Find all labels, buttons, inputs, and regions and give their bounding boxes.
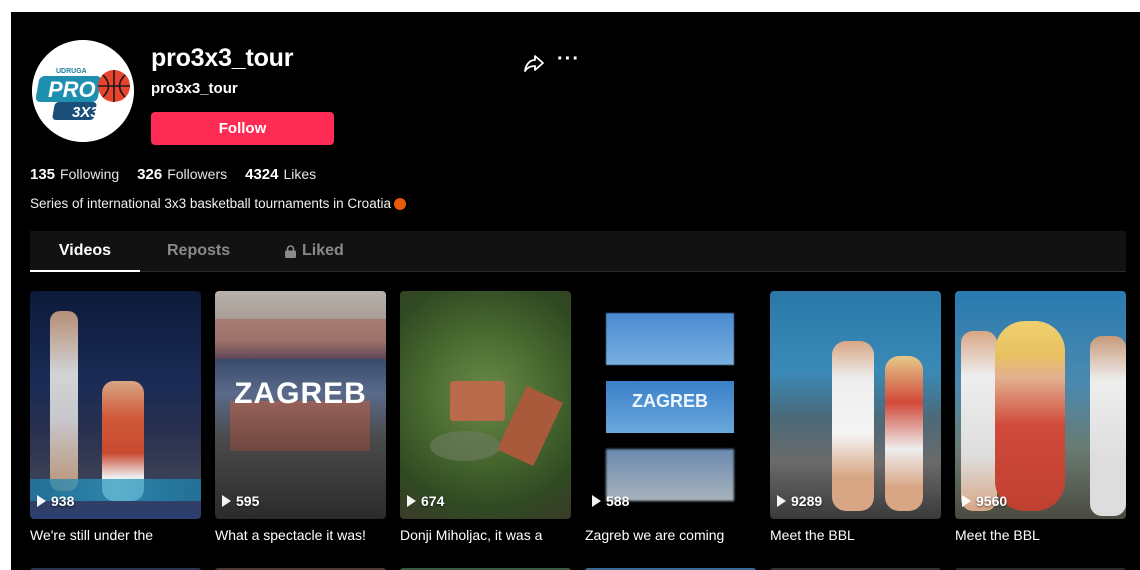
more-options-icon[interactable]: ··· bbox=[557, 48, 580, 71]
video-thumbnail: ZAGREB 588 bbox=[585, 291, 756, 519]
video-caption: Donji Miholjac, it was a bbox=[400, 527, 543, 543]
stat-value: 4324 bbox=[245, 166, 279, 183]
svg-text:UDRUGA: UDRUGA bbox=[56, 68, 87, 75]
zagreb-overlay-text: ZAGREB bbox=[632, 391, 708, 411]
active-tab-indicator bbox=[30, 270, 140, 272]
svg-text:PRO: PRO bbox=[48, 77, 96, 102]
video-thumbnail: 9289 bbox=[770, 291, 941, 519]
tab-label: Reposts bbox=[167, 242, 231, 259]
lock-icon bbox=[285, 244, 296, 258]
basketball-emoji-icon bbox=[393, 197, 406, 210]
stat-label: Likes bbox=[283, 166, 317, 182]
zagreb-overlay-text: ZAGREB bbox=[234, 377, 367, 410]
video-caption: Meet the BBL bbox=[955, 527, 1040, 543]
svg-text:3X3: 3X3 bbox=[72, 104, 99, 121]
tab-label: Liked bbox=[302, 242, 344, 259]
video-card[interactable]: 674 Donji Miholjac, it was a bbox=[400, 291, 571, 543]
tab-reposts[interactable]: Reposts bbox=[167, 231, 230, 271]
profile-handle: pro3x3_tour bbox=[151, 80, 238, 97]
video-thumbnail: ZAGREB 595 bbox=[215, 291, 386, 519]
stat-following[interactable]: 135 Following bbox=[30, 166, 119, 183]
stat-likes: 4324 Likes bbox=[245, 166, 316, 183]
video-card[interactable]: ZAGREB 595 What a spectacle it was! bbox=[215, 291, 386, 543]
profile-avatar[interactable]: UDRUGA PRO 3X3 bbox=[32, 40, 134, 142]
view-count-text: 674 bbox=[421, 493, 445, 509]
stat-label: Following bbox=[60, 166, 120, 182]
play-icon bbox=[592, 495, 601, 507]
video-caption: We're still under the bbox=[30, 527, 154, 543]
play-icon bbox=[962, 495, 971, 507]
video-card[interactable]: 938 We're still under the bbox=[30, 291, 201, 543]
video-thumbnail: 9560 bbox=[955, 291, 1126, 519]
follow-button[interactable]: Follow bbox=[151, 112, 334, 145]
view-count-text: 9289 bbox=[791, 493, 823, 509]
view-count: 9289 bbox=[777, 493, 822, 509]
video-caption: Meet the BBL bbox=[770, 527, 855, 543]
profile-page: UDRUGA PRO 3X3 pro3x3_tour pro3x3_tour F… bbox=[11, 12, 1140, 570]
stat-value: 135 bbox=[30, 166, 56, 183]
video-thumbnail: 674 bbox=[400, 291, 571, 519]
share-icon[interactable] bbox=[523, 52, 545, 74]
bio-text: Series of international 3x3 basketball t… bbox=[30, 196, 391, 211]
video-caption: What a spectacle it was! bbox=[215, 527, 366, 543]
view-count-text: 595 bbox=[236, 493, 260, 509]
play-icon bbox=[407, 495, 416, 507]
profile-bio: Series of international 3x3 basketball t… bbox=[30, 196, 406, 211]
play-icon bbox=[37, 495, 46, 507]
view-count: 674 bbox=[407, 493, 444, 509]
pro3x3-logo: UDRUGA PRO 3X3 bbox=[32, 40, 134, 142]
profile-stats: 135 Following 326 Followers 4324 Likes bbox=[30, 166, 334, 183]
stat-followers[interactable]: 326 Followers bbox=[137, 166, 227, 183]
view-count: 9560 bbox=[962, 493, 1007, 509]
tab-videos[interactable]: Videos bbox=[30, 231, 140, 272]
view-count-text: 9560 bbox=[976, 493, 1008, 509]
video-card[interactable]: 9560 Meet the BBL bbox=[955, 291, 1126, 543]
view-count: 938 bbox=[37, 493, 74, 509]
video-caption: Zagreb we are coming bbox=[585, 527, 725, 543]
stat-value: 326 bbox=[137, 166, 163, 183]
play-icon bbox=[222, 495, 231, 507]
profile-username: pro3x3_tour bbox=[151, 44, 294, 72]
stat-label: Followers bbox=[167, 166, 228, 182]
video-card[interactable]: ZAGREB 588 Zagreb we are coming bbox=[585, 291, 756, 543]
profile-tabs: Videos Reposts Liked bbox=[30, 231, 1126, 272]
view-count: 595 bbox=[222, 493, 259, 509]
video-thumbnail: 938 bbox=[30, 291, 201, 519]
video-card[interactable]: 9289 Meet the BBL bbox=[770, 291, 941, 543]
tab-label: Videos bbox=[58, 242, 112, 259]
view-count: 588 bbox=[592, 493, 629, 509]
view-count-text: 588 bbox=[606, 493, 630, 509]
view-count-text: 938 bbox=[51, 493, 75, 509]
tab-liked[interactable]: Liked bbox=[285, 231, 344, 271]
play-icon bbox=[777, 495, 786, 507]
